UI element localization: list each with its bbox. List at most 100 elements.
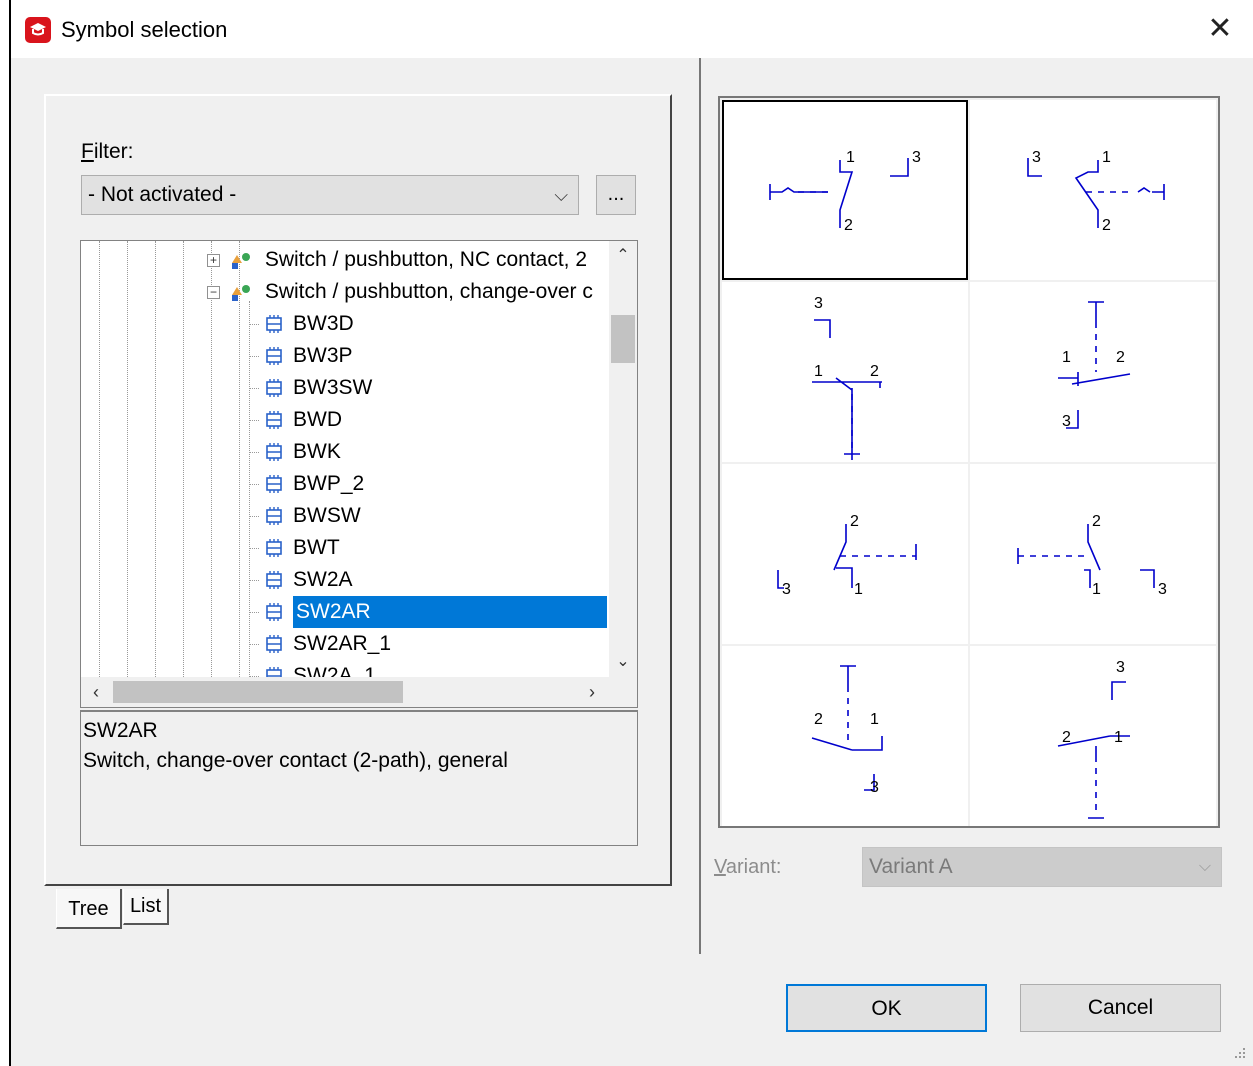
tree-connector (249, 451, 259, 453)
component-icon (263, 505, 285, 527)
tree-item[interactable]: BWT (249, 532, 340, 564)
svg-text:3: 3 (814, 295, 823, 312)
scroll-down-icon[interactable]: ⌄ (609, 647, 637, 677)
description-text: Switch, change-over contact (2-path), ge… (83, 749, 508, 772)
symbol-variant-cell[interactable]: 3 1 2 (970, 100, 1216, 280)
symbol-variant-cell[interactable]: 1 3 2 (722, 100, 968, 280)
svg-text:2: 2 (1116, 349, 1125, 366)
change-over-symbol-icon: 3 1 2 (1027, 149, 1165, 234)
component-icon (263, 441, 285, 463)
tree-item-label: BW3P (293, 344, 353, 367)
tree-item-label: BWT (293, 536, 340, 559)
tree-item-label: SW2AR (293, 596, 607, 628)
tree-connector (249, 355, 259, 357)
tree-vertical-scrollbar[interactable]: ⌃ ⌄ (609, 241, 637, 677)
tab-list[interactable]: List (123, 889, 169, 925)
change-over-symbol-icon: 2 1 3 (811, 665, 883, 796)
scroll-right-icon[interactable]: › (577, 677, 607, 707)
variant-dropdown[interactable]: Variant A ⌵ (862, 847, 1222, 887)
cancel-button[interactable]: Cancel (1020, 984, 1221, 1032)
tree-item[interactable]: SW2A (249, 564, 353, 596)
symbol-tree[interactable]: + Switch / pushbutton, NC contact, 2 − S… (80, 240, 638, 708)
app-icon (25, 17, 51, 43)
svg-text:2: 2 (870, 363, 879, 380)
tree-connector (249, 483, 259, 485)
close-button[interactable]: ✕ (1205, 12, 1235, 46)
description-name: SW2AR (83, 719, 158, 742)
tree-item[interactable]: BWD (249, 404, 342, 436)
tree-item[interactable]: BWP_2 (249, 468, 364, 500)
component-icon (263, 569, 285, 591)
svg-text:3: 3 (782, 581, 791, 598)
tree-item[interactable]: BWK (249, 436, 341, 468)
tree-connector (249, 611, 259, 613)
tab-tree[interactable]: Tree (56, 889, 122, 929)
filter-dropdown[interactable]: - Not activated - ⌵ (81, 175, 579, 215)
change-over-symbol-icon: 1 3 2 (769, 149, 921, 234)
ok-button[interactable]: OK (786, 984, 987, 1032)
svg-text:1: 1 (1062, 349, 1071, 366)
tree-item[interactable]: BW3D (249, 308, 354, 340)
change-over-symbol-icon: 2 1 3 (1017, 513, 1167, 598)
symbol-variant-cell[interactable]: 2 3 1 (722, 464, 968, 644)
component-icon (263, 601, 285, 623)
tree-guide-line (155, 241, 156, 677)
filter-more-button[interactable]: ... (596, 175, 636, 215)
change-over-symbol-icon: 1 2 3 (1058, 301, 1131, 430)
component-icon (263, 633, 285, 655)
svg-text:2: 2 (850, 513, 859, 530)
panel-separator[interactable] (699, 58, 704, 954)
dialog-client: Filter: - Not activated - ⌵ ... + Switch… (11, 58, 1253, 1066)
component-icon (263, 473, 285, 495)
symbol-variant-cell[interactable]: 3 2 1 (970, 646, 1216, 826)
svg-text:3: 3 (1158, 581, 1167, 598)
filter-value: - Not activated - (88, 183, 237, 206)
tree-item-label: BWSW (293, 504, 361, 527)
tree-item[interactable]: SW2AR_1 (249, 628, 391, 660)
tree-connector (249, 643, 259, 645)
scroll-up-icon[interactable]: ⌃ (609, 241, 637, 271)
tree-item-label: BWP_2 (293, 472, 365, 495)
title-bar: Symbol selection ✕ (11, 0, 1253, 58)
symbol-variant-cell[interactable]: 1 2 3 (970, 282, 1216, 462)
scroll-thumb[interactable] (611, 315, 635, 363)
tree-item[interactable]: BW3P (249, 340, 353, 372)
symbol-group-icon (229, 281, 251, 303)
symbol-description: SW2AR Switch, change-over contact (2-pat… (80, 710, 638, 846)
symbol-variant-cell[interactable]: 2 1 3 (722, 646, 968, 826)
window-title: Symbol selection (61, 17, 228, 42)
svg-text:2: 2 (1102, 217, 1111, 234)
tree-item[interactable]: BWSW (249, 500, 361, 532)
scroll-left-icon[interactable]: ‹ (81, 677, 111, 707)
component-icon (263, 537, 285, 559)
tree-group-label: Switch / pushbutton, NC contact, 2 (264, 248, 588, 271)
symbol-group-icon (229, 249, 251, 271)
scroll-thumb[interactable] (113, 681, 403, 703)
collapse-minus-icon[interactable]: − (207, 286, 220, 299)
svg-text:3: 3 (870, 779, 879, 796)
component-icon (263, 409, 285, 431)
tree-connector (249, 515, 259, 517)
tree-group-label: Switch / pushbutton, change-over c (264, 280, 593, 303)
svg-text:1: 1 (1102, 149, 1111, 166)
tree-item-label: SW2A (293, 568, 353, 591)
tree-item[interactable]: SW2AR (249, 596, 607, 628)
svg-text:1: 1 (846, 149, 855, 166)
expand-plus-icon[interactable]: + (207, 254, 220, 267)
svg-text:2: 2 (844, 217, 853, 234)
svg-text:3: 3 (1116, 659, 1125, 676)
svg-text:1: 1 (854, 581, 863, 598)
tree-group-nc-contact[interactable]: + Switch / pushbutton, NC contact, 2 (205, 244, 587, 276)
tree-horizontal-scrollbar[interactable]: ‹ › (81, 677, 637, 707)
component-icon (263, 345, 285, 367)
symbol-variant-cell[interactable]: 2 1 3 (970, 464, 1216, 644)
tree-item[interactable]: BW3SW (249, 372, 372, 404)
svg-text:1: 1 (870, 711, 879, 728)
symbol-variant-cell[interactable]: 3 1 2 (722, 282, 968, 462)
resize-grip-icon[interactable] (1233, 1046, 1247, 1060)
tree-item-label: BWD (293, 408, 342, 431)
variant-value: Variant A (869, 855, 953, 878)
window-left-edge (0, 0, 11, 1066)
tree-item-label: SW2AR_1 (293, 632, 392, 655)
tree-group-change-over[interactable]: − Switch / pushbutton, change-over c (205, 276, 593, 308)
